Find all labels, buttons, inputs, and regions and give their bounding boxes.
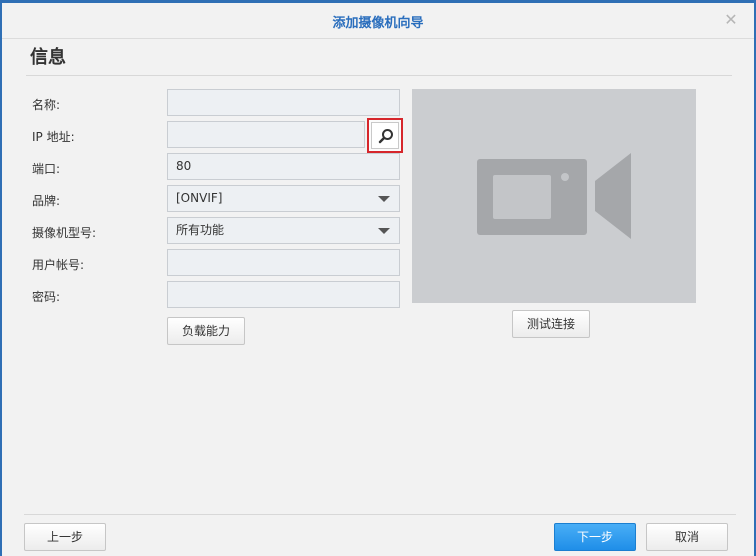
username-label: 用户帐号:: [32, 258, 85, 272]
model-label: 摄像机型号:: [32, 226, 97, 240]
add-camera-wizard-dialog: 添加摄像机向导 ✕ 信息 名称: IP 地址: 端口: 品牌: 摄像机型号: 用…: [0, 0, 756, 556]
camera-preview: [412, 89, 696, 303]
section-divider: [26, 75, 732, 76]
chevron-down-icon: [378, 196, 390, 202]
name-field[interactable]: [167, 89, 400, 116]
brand-label: 品牌:: [32, 194, 61, 208]
next-button[interactable]: 下一步: [554, 523, 636, 551]
load-capability-button[interactable]: 负载能力: [167, 317, 245, 345]
search-icon: [378, 129, 393, 144]
username-field[interactable]: [167, 249, 400, 276]
chevron-down-icon: [378, 228, 390, 234]
video-camera-icon: [477, 153, 631, 239]
title-bar: 添加摄像机向导 ✕: [2, 3, 754, 39]
previous-button[interactable]: 上一步: [24, 523, 106, 551]
dialog-title: 添加摄像机向导: [332, 16, 424, 31]
cancel-button[interactable]: 取消: [646, 523, 728, 551]
brand-select[interactable]: [ONVIF]: [167, 185, 400, 212]
ip-label: IP 地址:: [32, 130, 75, 144]
camera-model-select[interactable]: 所有功能: [167, 217, 400, 244]
ip-search-button[interactable]: [367, 118, 403, 153]
footer-divider: [24, 514, 736, 515]
brand-select-value: [ONVIF]: [176, 191, 223, 205]
password-label: 密码:: [32, 290, 61, 304]
password-field[interactable]: [167, 281, 400, 308]
port-field[interactable]: 80: [167, 153, 400, 180]
close-icon[interactable]: ✕: [722, 11, 740, 29]
port-label: 端口:: [32, 162, 61, 176]
model-select-value: 所有功能: [176, 223, 225, 237]
test-connection-button[interactable]: 测试连接: [512, 310, 590, 338]
name-label: 名称:: [32, 98, 61, 112]
section-title: 信息: [30, 47, 66, 68]
ip-address-field[interactable]: [167, 121, 365, 148]
